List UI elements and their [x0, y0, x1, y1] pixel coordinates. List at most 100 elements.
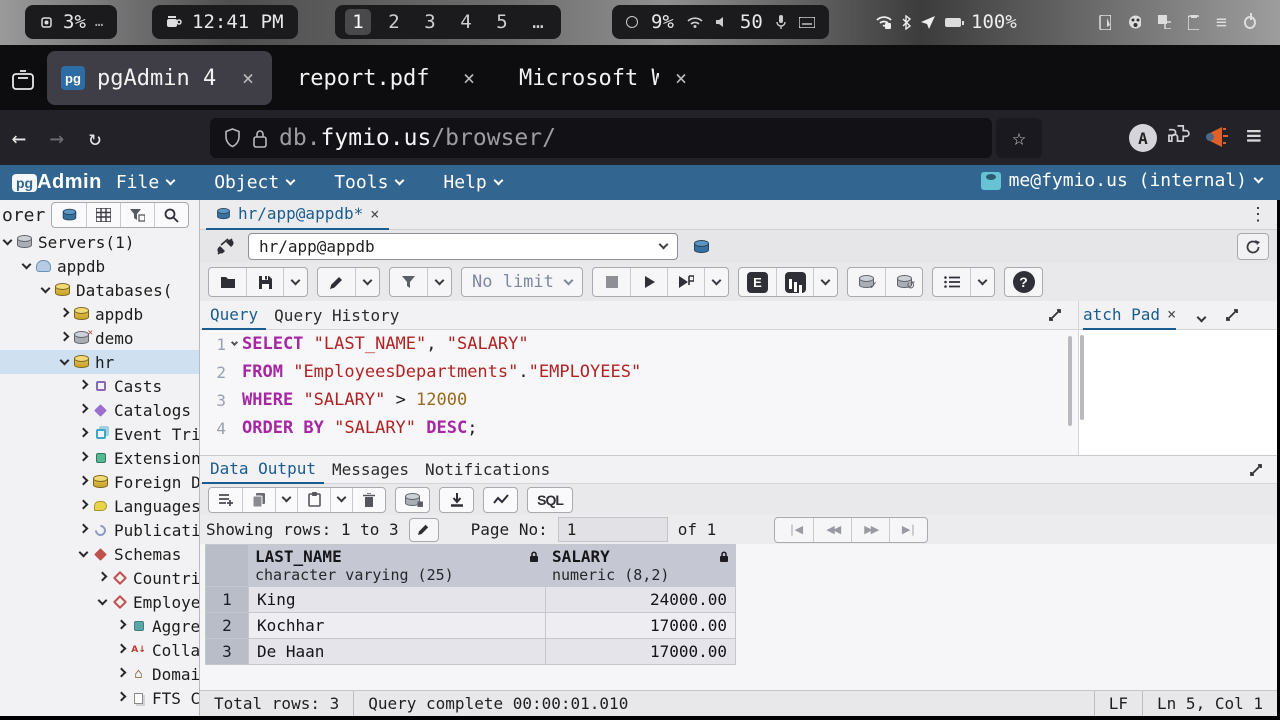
tree-item-extensions[interactable]: Extensions	[0, 446, 199, 470]
add-row-button[interactable]	[209, 488, 242, 512]
cursor-position[interactable]: Ln 5, Col 1	[1142, 691, 1277, 717]
tree-item-appdb[interactable]: appdb	[0, 254, 199, 278]
code-line-4[interactable]: 4ORDER BY "SALARY" DESC;	[200, 414, 1078, 442]
quick-status[interactable]: 9% 50	[612, 5, 829, 39]
scratch-pad-tab[interactable]: atch Pad ×	[1083, 301, 1176, 330]
prev-page-button[interactable]: ◀◀	[813, 518, 851, 542]
explain-analyze-button[interactable]	[776, 268, 813, 296]
shield-icon[interactable]	[224, 128, 241, 148]
column-header-salary[interactable]: SALARY numeric (8,2)	[546, 545, 736, 587]
tree-item-collations[interactable]: A↓Collations	[0, 638, 199, 662]
chevron-right-icon[interactable]	[117, 691, 127, 701]
tree-item-casts[interactable]: Casts	[0, 374, 199, 398]
power-icon[interactable]	[1244, 16, 1256, 29]
save-file-button[interactable]	[246, 268, 283, 296]
window-list-icon[interactable]	[12, 70, 34, 90]
save-data-button[interactable]: ▪	[396, 488, 429, 512]
clock-indicator[interactable]: 12:41 PM	[152, 5, 298, 39]
chevron-down-icon[interactable]	[41, 283, 51, 293]
workspace-4[interactable]: 4	[453, 9, 479, 35]
macro-menu-chevron[interactable]	[970, 268, 994, 296]
delete-row-button[interactable]	[352, 488, 385, 512]
tree-item-languages[interactable]: Languages	[0, 494, 199, 518]
tree-item-databases[interactable]: Databases(	[0, 278, 199, 302]
workspace-1[interactable]: 1	[345, 9, 371, 35]
extension-a-badge[interactable]: A	[1129, 124, 1157, 152]
back-button[interactable]: ←	[0, 124, 38, 152]
filter-button[interactable]	[390, 268, 427, 296]
save-menu-chevron[interactable]	[283, 268, 307, 296]
user-menu[interactable]: me@fymio.us (internal)	[981, 170, 1262, 191]
limit-select[interactable]: No limit	[461, 267, 583, 297]
screenshot-icon[interactable]	[1158, 15, 1171, 29]
edit-menu-chevron[interactable]	[355, 268, 379, 296]
close-icon[interactable]: ×	[671, 66, 691, 90]
help-button[interactable]: ?	[1005, 268, 1042, 296]
chevron-down-icon[interactable]	[1198, 306, 1205, 325]
connection-select[interactable]: hr/app@appdb	[248, 233, 678, 260]
extensions-puzzle-icon[interactable]	[1168, 124, 1194, 150]
tree-item-countries[interactable]: Countries	[0, 566, 199, 590]
cell-salary[interactable]: 17000.00	[546, 613, 736, 639]
code-line-2[interactable]: 2FROM "EmployeesDepartments"."EMPLOYEES"	[200, 358, 1078, 386]
browser-tab-pgadmin-4[interactable]: pgpgAdmin 4×	[47, 51, 272, 105]
close-icon[interactable]: ×	[1167, 305, 1176, 323]
tree-item-demo[interactable]: demo	[0, 326, 199, 350]
tree-item-employeesdepartments[interactable]: EmployeesDepartments	[0, 590, 199, 614]
chevron-right-icon[interactable]	[60, 307, 70, 317]
execute-menu-chevron[interactable]	[704, 268, 728, 296]
menu-help[interactable]: Help	[443, 172, 501, 193]
refresh-layout-button[interactable]	[1237, 233, 1269, 260]
megaphone-icon[interactable]	[1205, 125, 1231, 149]
tab-query-history[interactable]: Query History	[266, 301, 407, 330]
tree-item-publications[interactable]: Publications	[0, 518, 199, 542]
tab-messages[interactable]: Messages	[324, 455, 417, 484]
chevron-right-icon[interactable]	[117, 643, 127, 653]
close-icon[interactable]: ×	[370, 205, 379, 223]
menu-tools[interactable]: Tools	[334, 172, 403, 193]
page-no-input[interactable]	[558, 517, 668, 542]
cell-last-name[interactable]: King	[249, 587, 546, 613]
pgadmin-logo[interactable]: pgAdmin	[12, 171, 102, 194]
expand-icon[interactable]	[1225, 308, 1239, 322]
macro-list-button[interactable]	[933, 268, 970, 296]
show-sql-button[interactable]: SQL	[528, 488, 572, 512]
tree-item-catalogs[interactable]: Catalogs	[0, 398, 199, 422]
explain-button[interactable]: E	[739, 268, 776, 296]
fold-chevron-icon[interactable]	[226, 344, 242, 345]
kebab-menu-icon[interactable]: ⋮	[1249, 204, 1267, 225]
chevron-down-icon[interactable]	[22, 259, 32, 269]
tree-item-hr[interactable]: hr	[0, 350, 199, 374]
chevron-right-icon[interactable]	[79, 403, 89, 413]
grid-corner[interactable]	[206, 545, 249, 587]
chevron-down-icon[interactable]	[60, 355, 70, 365]
paste-button[interactable]	[297, 488, 330, 512]
browser-tab-report-pdf[interactable]: report.pdf×	[283, 51, 493, 105]
scratch-pad-body[interactable]	[1078, 330, 1277, 455]
execute-button[interactable]	[630, 268, 667, 296]
edit-rows-button[interactable]	[409, 518, 439, 542]
menu-file[interactable]: File	[116, 172, 174, 193]
scrollbar[interactable]	[1080, 335, 1084, 420]
explain-menu-chevron[interactable]	[813, 268, 837, 296]
chevron-right-icon[interactable]	[60, 331, 70, 341]
status-tray[interactable]: 100%	[862, 5, 1031, 39]
scrollbar[interactable]	[1068, 336, 1072, 426]
execute-script-button[interactable]	[667, 268, 704, 296]
rollback-button[interactable]: ↺	[885, 268, 922, 296]
tree-item-appdb[interactable]: appdb	[0, 302, 199, 326]
column-header-last-name[interactable]: LAST_NAME character varying (25)	[249, 545, 546, 587]
tab-query[interactable]: Query	[202, 301, 266, 330]
tree-item-domains[interactable]: ⌂Domains	[0, 662, 199, 686]
tree-item-foreign-data-wrappers[interactable]: Foreign Data Wrappers	[0, 470, 199, 494]
clipboard-icon[interactable]	[1188, 15, 1199, 30]
chevron-right-icon[interactable]	[79, 379, 89, 389]
chevron-right-icon[interactable]	[79, 451, 89, 461]
filter-menu-chevron[interactable]	[427, 268, 451, 296]
query-tool-tab[interactable]: hr/app@appdb* ×	[206, 200, 389, 230]
chevron-down-icon[interactable]	[3, 235, 13, 245]
next-page-button[interactable]: ▶▶	[851, 518, 889, 542]
first-page-button[interactable]: ❘◀	[775, 518, 813, 542]
query-tool-button[interactable]	[52, 203, 86, 227]
chevron-right-icon[interactable]	[79, 427, 89, 437]
